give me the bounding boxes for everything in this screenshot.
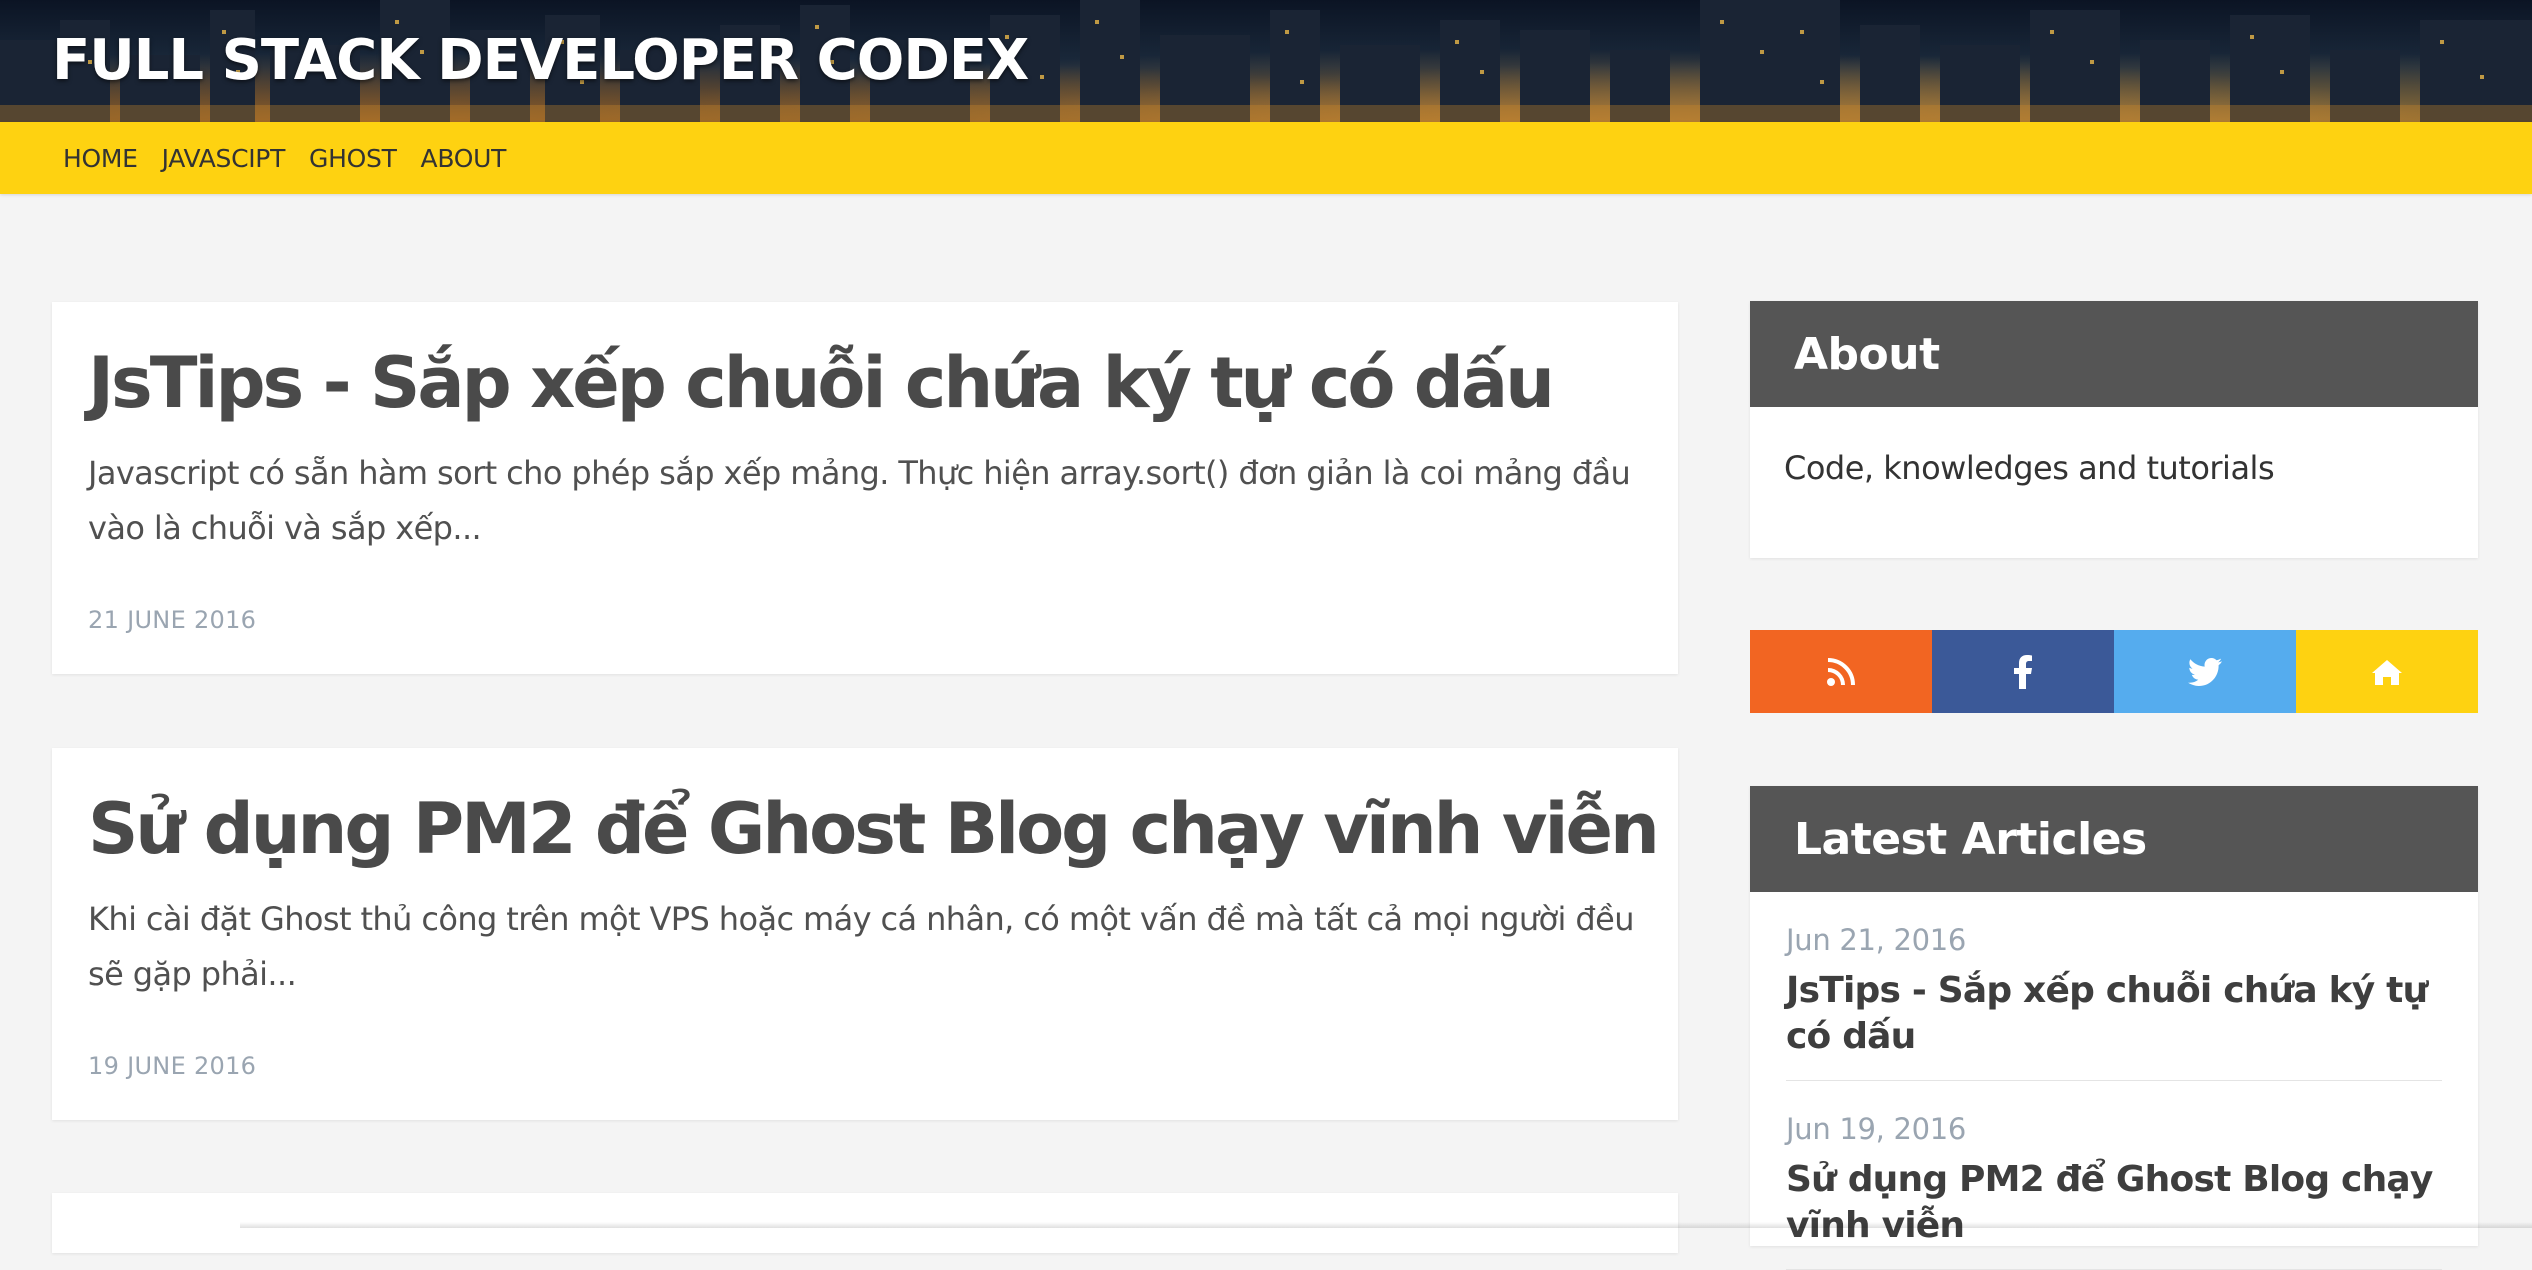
nav-item-about[interactable]: ABOUT <box>421 144 507 173</box>
latest-articles-list: Jun 21, 2016 JsTips - Sắp xếp chuỗi chứa… <box>1750 892 2478 1270</box>
nav-item-ghost[interactable]: GHOST <box>309 144 397 173</box>
list-item: Jun 19, 2016 Sử dụng PM2 để Ghost Blog c… <box>1786 1081 2442 1270</box>
list-item: Jun 21, 2016 JsTips - Sắp xếp chuỗi chứa… <box>1786 892 2442 1081</box>
latest-article-date: Jun 19, 2016 <box>1786 1112 1967 1146</box>
post-excerpt: Javascript có sẵn hàm sort cho phép sắp … <box>88 454 1631 547</box>
latest-articles-title: Latest Articles <box>1750 786 2478 892</box>
post-card: Sử dụng PM2 để Ghost Blog chạy vĩnh viễn… <box>52 748 1678 1120</box>
facebook-icon <box>2014 654 2032 689</box>
site-header: FULL STACK DEVELOPER CODEX <box>0 0 2532 122</box>
nav-list: HOME JAVASCIPT GHOST ABOUT <box>63 122 530 194</box>
post-date: 19 JUNE 2016 <box>88 1052 257 1080</box>
main-navigation: HOME JAVASCIPT GHOST ABOUT <box>0 122 2532 194</box>
post-title[interactable]: JsTips - Sắp xếp chuỗi chứa ký tự có dấu <box>88 302 1642 428</box>
latest-article-link[interactable]: JsTips - Sắp xếp chuỗi chứa ký tự có dấu <box>1786 968 2442 1060</box>
social-links <box>1750 630 2478 713</box>
facebook-button[interactable] <box>1932 630 2114 713</box>
about-widget: About Code, knowledges and tutorials <box>1750 301 2478 558</box>
about-description: Code, knowledges and tutorials <box>1784 449 2275 487</box>
about-widget-title: About <box>1750 301 2478 407</box>
latest-articles-widget: Latest Articles Jun 21, 2016 JsTips - Sắ… <box>1750 786 2478 1270</box>
home-icon <box>2372 659 2402 685</box>
post-date: 21 JUNE 2016 <box>88 606 257 634</box>
twitter-button[interactable] <box>2114 630 2296 713</box>
twitter-icon <box>2188 657 2222 686</box>
nav-item-home[interactable]: HOME <box>63 144 138 173</box>
post-title[interactable]: Sử dụng PM2 để Ghost Blog chạy vĩnh viễn <box>88 748 1660 874</box>
bottom-shadow <box>240 1222 2532 1228</box>
nav-item-javascript[interactable]: JAVASCIPT <box>162 144 286 173</box>
site-title[interactable]: FULL STACK DEVELOPER CODEX <box>52 26 1029 96</box>
rss-icon <box>1827 657 1855 686</box>
rss-button[interactable] <box>1750 630 1932 713</box>
latest-article-link[interactable]: Sử dụng PM2 để Ghost Blog chạy vĩnh viễn <box>1786 1157 2442 1249</box>
post-card: JsTips - Sắp xếp chuỗi chứa ký tự có dấu… <box>52 302 1678 674</box>
home-button[interactable] <box>2296 630 2478 713</box>
latest-article-date: Jun 21, 2016 <box>1786 923 1967 957</box>
post-excerpt: Khi cài đặt Ghost thủ công trên một VPS … <box>88 900 1634 993</box>
